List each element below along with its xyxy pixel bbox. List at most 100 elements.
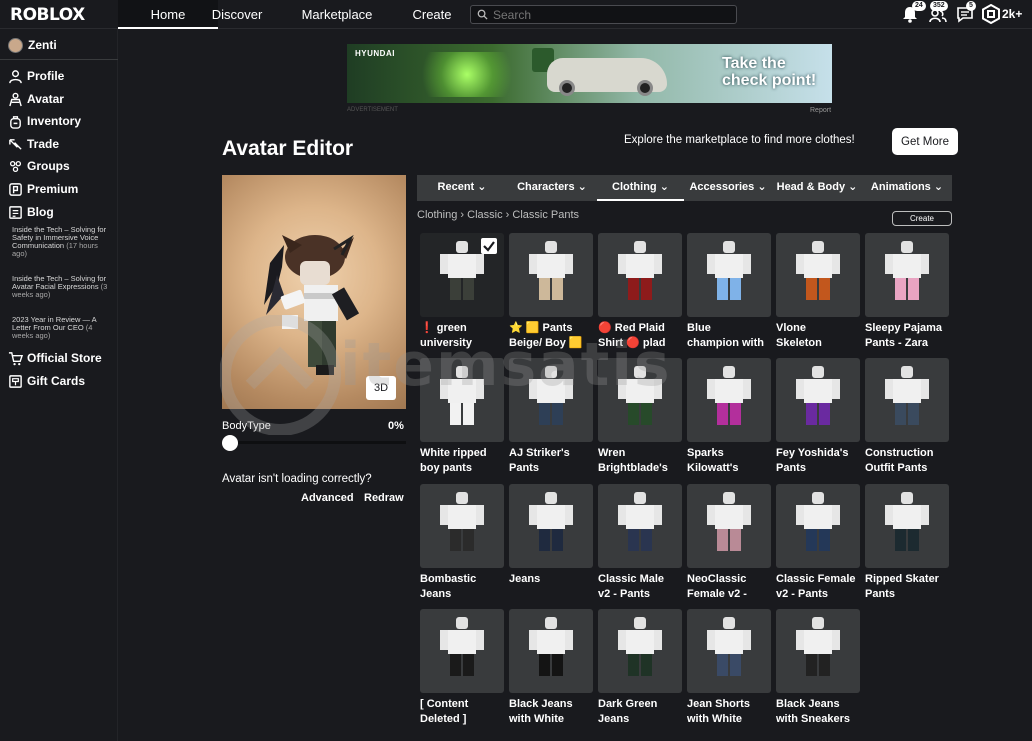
- item-mannequin: [618, 241, 662, 300]
- robux-balance[interactable]: 2k+: [1002, 7, 1022, 21]
- roblox-logo[interactable]: ROBLOX: [10, 5, 85, 25]
- item-mannequin: [707, 492, 751, 551]
- advertisement-banner[interactable]: HYUNDAI Take the check point!: [347, 44, 832, 103]
- sidebar-item-official-store[interactable]: Official Store: [8, 349, 102, 367]
- breadcrumb-classic[interactable]: Classic: [467, 209, 502, 221]
- item-name[interactable]: ⭐ 🟨 Pants Beige/ Boy 🟨: [509, 321, 603, 351]
- robux-icon[interactable]: [981, 4, 1001, 24]
- blog-post-1[interactable]: Inside the Tech – Solving for Safety in …: [12, 226, 108, 258]
- item-mannequin: [885, 492, 929, 551]
- item-thumbnail[interactable]: [865, 233, 949, 317]
- tab-recent[interactable]: Recent ⌄: [417, 175, 507, 201]
- item-thumbnail[interactable]: [687, 233, 771, 317]
- sidebar-item-gift-cards[interactable]: Gift Cards: [8, 372, 85, 390]
- item-name[interactable]: 🔴 Red Plaid Shirt 🔴 plad: [598, 321, 692, 351]
- redraw-link[interactable]: Redraw: [364, 492, 404, 504]
- tab-head-body[interactable]: Head & Body ⌄: [772, 175, 862, 201]
- item-thumbnail[interactable]: [598, 358, 682, 442]
- item-thumbnail[interactable]: [776, 484, 860, 568]
- item-thumbnail[interactable]: [776, 233, 860, 317]
- create-button[interactable]: Create: [892, 211, 952, 226]
- item-mannequin: [885, 241, 929, 300]
- nav-tab-marketplace[interactable]: Marketplace: [293, 0, 381, 29]
- item-mannequin: [796, 366, 840, 425]
- item-thumbnail[interactable]: [687, 484, 771, 568]
- blog-icon: [9, 205, 22, 219]
- tab-clothing[interactable]: Clothing ⌄: [597, 175, 684, 201]
- item-name[interactable]: Bombastic Jeans: [420, 572, 514, 602]
- item-name[interactable]: Black Jeans with Sneakers: [776, 697, 870, 727]
- item-thumbnail[interactable]: [420, 233, 504, 317]
- item-thumbnail[interactable]: [865, 484, 949, 568]
- item-name[interactable]: Wren Brightblade's: [598, 446, 692, 476]
- sidebar-item-trade[interactable]: Trade: [8, 135, 59, 153]
- search-box[interactable]: [470, 5, 737, 24]
- breadcrumb-clothing[interactable]: Clothing: [417, 209, 457, 221]
- sidebar-item-profile[interactable]: Profile: [8, 67, 64, 85]
- sidebar-item-groups[interactable]: Groups: [8, 157, 70, 175]
- item-thumbnail[interactable]: [420, 358, 504, 442]
- avatar-figure: [264, 234, 360, 375]
- item-thumbnail[interactable]: [509, 484, 593, 568]
- toggle-3d-button[interactable]: 3D: [366, 376, 396, 400]
- get-more-button[interactable]: Get More: [892, 128, 958, 155]
- search-input[interactable]: [493, 7, 733, 22]
- item-thumbnail[interactable]: [776, 609, 860, 693]
- breadcrumb-classic-pants: Classic Pants: [512, 209, 580, 221]
- item-name[interactable]: Jean Shorts with White: [687, 697, 781, 727]
- ad-wheel-graphic: [637, 80, 653, 96]
- ad-wheel-graphic: [559, 80, 575, 96]
- item-name[interactable]: Sleepy Pajama Pants - Zara: [865, 321, 959, 351]
- blog-post-3[interactable]: 2023 Year in Review — A Letter From Our …: [12, 316, 108, 340]
- item-name[interactable]: Black Jeans with White: [509, 697, 603, 727]
- item-name[interactable]: Classic Female v2 - Pants: [776, 572, 870, 602]
- item-name[interactable]: [ Content Deleted ]: [420, 697, 514, 727]
- sidebar-item-premium[interactable]: Premium: [8, 180, 78, 198]
- item-name[interactable]: Construction Outfit Pants: [865, 446, 959, 476]
- item-name[interactable]: White ripped boy pants: [420, 446, 514, 476]
- item-thumbnail[interactable]: [598, 484, 682, 568]
- item-name[interactable]: Fey Yoshida's Pants: [776, 446, 870, 476]
- sidebar-item-inventory[interactable]: Inventory: [8, 112, 81, 130]
- chevron-down-icon: ⌄: [477, 181, 487, 193]
- sidebar-user[interactable]: Zenti: [8, 35, 57, 55]
- blog-post-2[interactable]: Inside the Tech – Solving for Avatar Fac…: [12, 275, 108, 299]
- top-navigation-bar: ROBLOX Home Discover Marketplace Create …: [0, 0, 1032, 29]
- sidebar-item-blog[interactable]: Blog: [8, 203, 54, 221]
- ad-report-link[interactable]: Report: [810, 107, 831, 114]
- item-name[interactable]: ❗ green university: [420, 321, 514, 351]
- item-thumbnail[interactable]: [509, 609, 593, 693]
- item-name[interactable]: AJ Striker's Pants: [509, 446, 603, 476]
- item-name[interactable]: Jeans: [509, 572, 603, 602]
- inventory-icon: [10, 115, 21, 129]
- item-thumbnail[interactable]: [509, 358, 593, 442]
- item-mannequin: [529, 617, 573, 676]
- item-thumbnail[interactable]: [687, 358, 771, 442]
- item-mannequin: [885, 366, 929, 425]
- item-thumbnail[interactable]: [598, 233, 682, 317]
- item-thumbnail[interactable]: [420, 609, 504, 693]
- bodytype-slider-thumb[interactable]: [222, 435, 238, 451]
- sidebar-item-avatar[interactable]: Avatar: [8, 90, 64, 108]
- item-thumbnail[interactable]: [509, 233, 593, 317]
- item-thumbnail[interactable]: [420, 484, 504, 568]
- bodytype-slider-track[interactable]: [222, 441, 406, 444]
- advanced-link[interactable]: Advanced: [301, 492, 354, 504]
- nav-tab-discover[interactable]: Discover: [200, 0, 274, 29]
- item-thumbnail[interactable]: [687, 609, 771, 693]
- item-thumbnail[interactable]: [776, 358, 860, 442]
- item-name[interactable]: NeoClassic Female v2 -: [687, 572, 781, 602]
- item-name[interactable]: Sparks Kilowatt's: [687, 446, 781, 476]
- tab-characters[interactable]: Characters ⌄: [507, 175, 597, 201]
- item-thumbnail[interactable]: [598, 609, 682, 693]
- nav-tab-create[interactable]: Create: [403, 0, 461, 29]
- item-name[interactable]: Dark Green Jeans: [598, 697, 692, 727]
- item-name[interactable]: Blue champion with: [687, 321, 781, 351]
- item-name[interactable]: Classic Male v2 - Pants: [598, 572, 692, 602]
- item-name[interactable]: Vlone Skeleton: [776, 321, 870, 351]
- item-thumbnail[interactable]: [865, 358, 949, 442]
- tab-animations[interactable]: Animations ⌄: [862, 175, 952, 201]
- tab-accessories[interactable]: Accessories ⌄: [684, 175, 772, 201]
- avatar-preview[interactable]: [222, 175, 406, 409]
- item-name[interactable]: Ripped Skater Pants: [865, 572, 959, 602]
